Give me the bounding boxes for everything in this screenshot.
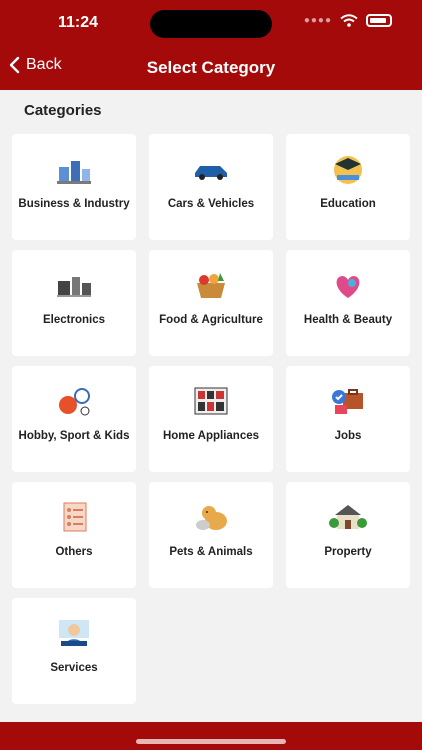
category-label: Property <box>324 546 372 558</box>
dynamic-island <box>150 10 272 38</box>
category-label: Home Appliances <box>162 430 260 442</box>
category-label: Health & Beauty <box>303 314 393 326</box>
bottom-bar <box>0 722 422 750</box>
category-card-business[interactable]: Business & Industry <box>12 134 136 240</box>
category-card-services[interactable]: Services <box>12 598 136 704</box>
battery-icon <box>366 14 392 27</box>
appliances-icon <box>191 384 231 418</box>
section-title: Categories <box>24 102 102 119</box>
category-card-health[interactable]: Health & Beauty <box>286 250 410 356</box>
electronics-icon <box>54 268 94 302</box>
status-time: 11:24 <box>58 14 99 31</box>
services-icon <box>54 616 94 650</box>
category-card-cars[interactable]: Cars & Vehicles <box>149 134 273 240</box>
page-title: Select Category <box>146 58 276 77</box>
category-card-property[interactable]: Property <box>286 482 410 588</box>
status-icons: ●●●● <box>304 14 392 27</box>
wifi-icon <box>340 14 358 27</box>
category-label: Others <box>55 546 93 558</box>
category-label: Services <box>50 662 98 674</box>
category-label: Pets & Animals <box>169 546 253 558</box>
category-card-education[interactable]: Education <box>286 134 410 240</box>
category-label: Electronics <box>43 314 105 326</box>
home-indicator[interactable] <box>136 739 286 744</box>
top-bar: 11:24 ●●●● Back Select Category <box>0 0 422 90</box>
cellular-icon: ●●●● <box>303 15 332 26</box>
category-label: Jobs <box>334 430 362 442</box>
category-label: Hobby, Sport & Kids <box>18 430 130 442</box>
car-icon <box>191 152 231 186</box>
business-icon <box>54 152 94 186</box>
category-card-electronics[interactable]: Electronics <box>12 250 136 356</box>
category-card-appliances[interactable]: Home Appliances <box>149 366 273 472</box>
category-card-pets[interactable]: Pets & Animals <box>149 482 273 588</box>
category-grid: Business & Industry Cars & Vehicles Educ… <box>12 134 410 704</box>
food-icon <box>191 268 231 302</box>
jobs-icon <box>328 384 368 418</box>
others-icon <box>54 500 94 534</box>
hobby-icon <box>54 384 94 418</box>
category-label: Food & Agriculture <box>159 314 263 326</box>
category-card-jobs[interactable]: Jobs <box>286 366 410 472</box>
category-card-others[interactable]: Others <box>12 482 136 588</box>
pets-icon <box>191 500 231 534</box>
category-label: Education <box>320 198 376 210</box>
health-icon <box>328 268 368 302</box>
category-label: Business & Industry <box>18 198 130 210</box>
property-icon <box>328 500 368 534</box>
education-icon <box>328 152 368 186</box>
category-label: Cars & Vehicles <box>167 198 255 210</box>
category-card-hobby[interactable]: Hobby, Sport & Kids <box>12 366 136 472</box>
category-card-food[interactable]: Food & Agriculture <box>149 250 273 356</box>
